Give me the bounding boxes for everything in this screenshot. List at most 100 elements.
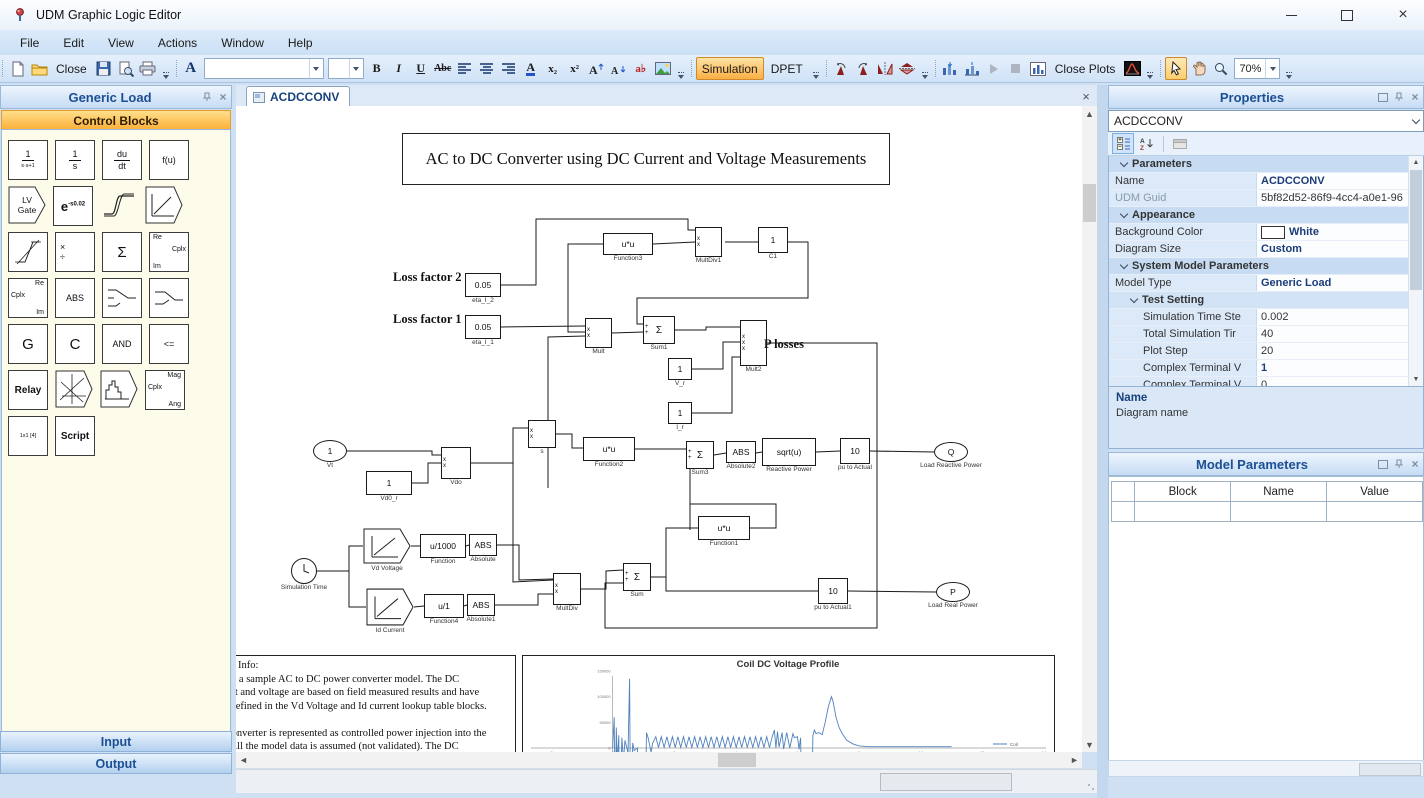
block-reactive-power[interactable]: sqrt(u)Reactive Power <box>762 438 816 466</box>
block-i-r[interactable]: 1I_r <box>668 402 692 424</box>
property-category[interactable]: System Model Parameters <box>1109 258 1409 275</box>
mag-ang-block[interactable]: MagCplxAng <box>145 370 185 410</box>
block-vd0-r[interactable]: 1Vd0_r <box>366 471 412 495</box>
insert-image-icon[interactable] <box>653 58 673 79</box>
toolbar-overflow-icon[interactable] <box>811 56 821 81</box>
flip-horizontal-icon[interactable] <box>875 58 895 79</box>
block-multdiv[interactable]: xxMultDiv <box>553 573 581 605</box>
resize-grip[interactable] <box>1087 783 1095 791</box>
block-mult2[interactable]: xxxMult2 <box>740 320 767 366</box>
block-b-mult[interactable]: xxs <box>528 420 556 448</box>
and-block[interactable]: AND <box>102 324 142 364</box>
property-category[interactable]: Parameters <box>1109 156 1409 173</box>
toolbar-overflow-icon[interactable] <box>676 56 686 81</box>
lv-gate-block[interactable]: LVGate <box>8 186 46 224</box>
block-function3[interactable]: u*uFunction3 <box>603 233 653 255</box>
menu-file[interactable]: File <box>8 33 51 53</box>
mult-div-block[interactable]: ×÷ <box>55 232 95 272</box>
block-pu-to-actual1[interactable]: 10pu to Actual1 <box>818 578 848 604</box>
block-absolute[interactable]: ABSAbsolute <box>469 534 497 556</box>
bold-button[interactable]: B <box>367 58 387 79</box>
run-icon[interactable] <box>984 58 1004 79</box>
crossing-block[interactable] <box>55 370 93 408</box>
model-parameters-scrollbar[interactable] <box>1108 760 1424 777</box>
minimize-button[interactable] <box>1278 4 1304 26</box>
rotate-left-icon[interactable] <box>831 58 851 79</box>
simulation-toggle[interactable]: Simulation <box>696 57 764 80</box>
close-panel-icon[interactable]: × <box>1407 90 1423 104</box>
tab-acdcconv[interactable]: ACDCCONV <box>246 86 350 107</box>
close-document-icon[interactable]: × <box>1078 88 1094 104</box>
script-block[interactable]: Script <box>55 416 95 456</box>
save-icon[interactable] <box>94 58 114 79</box>
block-multdiv1[interactable]: xxMultDiv1 <box>695 227 722 257</box>
exp-delay-block[interactable]: e-s0.02 <box>53 186 93 226</box>
zoom-tool-icon[interactable] <box>1211 58 1231 79</box>
column-header-name[interactable]: Name <box>1231 482 1327 502</box>
block-function4[interactable]: u/1Function4 <box>424 594 464 618</box>
integrator-block[interactable]: 1s <box>55 140 95 180</box>
export-data-icon[interactable] <box>962 58 982 79</box>
block-function[interactable]: u/1000Function <box>420 534 466 558</box>
block-vdo[interactable]: xxVdo <box>441 447 471 479</box>
show-plots-icon[interactable] <box>1028 58 1048 79</box>
alphabetical-sort-icon[interactable]: AZ <box>1137 134 1157 153</box>
property-category[interactable]: Test Setting <box>1109 292 1409 309</box>
property-row[interactable]: Simulation Time Ste0.002 <box>1109 309 1409 326</box>
model-parameters-table[interactable]: BlockNameValue <box>1111 481 1423 522</box>
close-panel-icon[interactable]: × <box>1407 457 1423 471</box>
block-eta-l-2[interactable]: 0.05eta_I_2 <box>465 273 501 297</box>
canvas-vertical-scrollbar[interactable]: ▲ ▼ <box>1082 106 1097 752</box>
relay-block[interactable]: Relay <box>8 370 48 410</box>
lookup-table-block[interactable] <box>145 186 183 224</box>
block-id-current-lookup[interactable]: Id Current <box>366 588 414 626</box>
transfer-fcn-block[interactable]: 1s·s+1 <box>8 140 48 180</box>
grow-font-icon[interactable]: A <box>587 58 607 79</box>
block-simulation-time-clock[interactable]: Simulation Time <box>291 558 317 584</box>
property-row[interactable]: Complex Terminal V1 <box>1109 360 1409 377</box>
categorized-view-icon[interactable] <box>1112 133 1134 154</box>
matrix-block[interactable]: 1x1 [4] <box>8 416 48 456</box>
underline-button[interactable]: U <box>411 58 431 79</box>
block-load-real-power[interactable]: PLoad Real Power <box>936 582 970 602</box>
font-color-button[interactable]: A <box>521 58 541 79</box>
plot-preview-icon[interactable] <box>1122 58 1142 79</box>
toolbar-overflow-icon[interactable] <box>920 56 930 81</box>
block-function1[interactable]: u*uFunction1 <box>698 516 750 540</box>
rotate-right-icon[interactable] <box>853 58 873 79</box>
abs-block[interactable]: ABS <box>55 278 95 318</box>
print-preview-icon[interactable] <box>116 58 136 79</box>
zoom-level-combo[interactable]: 70% <box>1234 58 1280 79</box>
maximize-panel-icon[interactable] <box>1375 93 1391 102</box>
diagram-canvas[interactable]: AC to DC Converter using DC Current and … <box>236 106 1082 752</box>
saturation-block[interactable] <box>100 186 138 224</box>
block-sum[interactable]: ++ΣSum <box>623 563 651 591</box>
maximize-panel-icon[interactable] <box>1375 460 1391 469</box>
complex-merge-block[interactable]: ReCplxIm <box>8 278 48 318</box>
block-c1[interactable]: 1C1 <box>758 227 788 253</box>
menu-actions[interactable]: Actions <box>146 33 209 53</box>
empty-parameter-row[interactable] <box>1112 502 1423 522</box>
strikethrough-button[interactable]: Abc <box>433 58 453 79</box>
pin-icon[interactable] <box>1391 459 1407 469</box>
less-equal-block[interactable]: <= <box>149 324 189 364</box>
text-style-button[interactable]: a♭ <box>631 58 651 79</box>
menu-edit[interactable]: Edit <box>51 33 96 53</box>
pin-icon[interactable] <box>1391 92 1407 102</box>
import-data-icon[interactable] <box>940 58 960 79</box>
column-header-block[interactable]: Block <box>1135 482 1231 502</box>
close-window-button[interactable]: × <box>1390 4 1416 26</box>
pin-icon[interactable] <box>199 92 215 102</box>
function-block[interactable]: f(u) <box>149 140 189 180</box>
align-left-icon[interactable] <box>455 58 475 79</box>
superscript-button[interactable]: x² <box>565 58 585 79</box>
block-absolute1[interactable]: ABSAbsolute1 <box>467 594 495 616</box>
stop-icon[interactable] <box>1006 58 1026 79</box>
scroll-left-icon[interactable]: ◄ <box>236 752 251 768</box>
toolbar-overflow-icon[interactable] <box>1284 56 1294 81</box>
scroll-down-icon[interactable]: ▼ <box>1082 737 1097 752</box>
dpet-button[interactable]: DPET <box>766 58 808 79</box>
property-category[interactable]: Appearance <box>1109 207 1409 224</box>
column-header-value[interactable]: Value <box>1327 482 1423 502</box>
align-center-icon[interactable] <box>477 58 497 79</box>
